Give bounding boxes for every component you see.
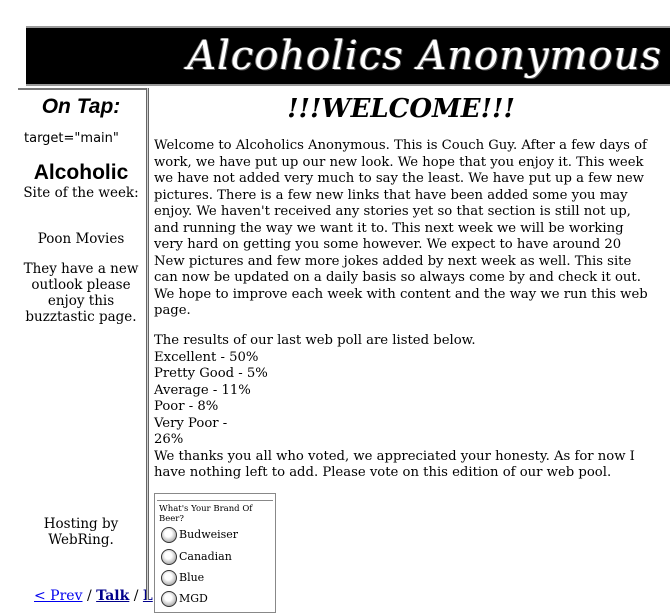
poll-option-label: MGD	[179, 592, 208, 605]
webring-separator: /	[129, 588, 143, 604]
poll-result-line: Excellent - 50%	[154, 349, 259, 365]
closing-paragraph: We thanks you all who voted, we apprecia…	[154, 448, 635, 481]
radio-button-icon[interactable]	[161, 549, 177, 565]
poll-option-label: Budweiser	[179, 528, 239, 541]
poll-result-line: Pretty Good - 5%	[154, 366, 268, 381]
site-of-week-name[interactable]: Poon Movies	[18, 231, 144, 247]
frame-divider[interactable]	[146, 88, 149, 600]
poll-results: The results of our last web poll are lis…	[154, 333, 648, 482]
webring-nav: < Prev / Talk / L	[34, 588, 153, 604]
webring-talk-link[interactable]: Talk	[96, 588, 129, 604]
site-banner: Alcoholics Anonymous	[26, 26, 670, 86]
poll-result-line: Average - 11%	[154, 382, 251, 398]
nav-title: On Tap:	[41, 95, 121, 118]
hosting-text: Hosting by WebRing.	[43, 516, 119, 548]
welcome-heading: !!!WELCOME!!!	[287, 94, 515, 124]
nav-target-text: target="main"	[24, 131, 119, 146]
site-of-week-subheading: Site of the week:	[23, 185, 139, 201]
left-nav-frame: On Tap: target="main" Alcoholic Site of …	[0, 88, 153, 604]
poll-inner-rule	[157, 500, 273, 501]
poll-option-label: Canadian	[179, 550, 232, 563]
banner-title: Alcoholics Anonymous	[187, 33, 662, 79]
radio-button-icon[interactable]	[161, 570, 177, 586]
webring-prev-link[interactable]: < Prev	[34, 588, 83, 604]
poll-result-line: 26%	[154, 432, 184, 447]
poll-question: What's Your Brand Of Beer?	[159, 504, 253, 524]
nav-top-rule	[18, 88, 146, 90]
poll-option-budweiser[interactable]: Budweiser	[161, 525, 238, 545]
beer-poll-form: What's Your Brand Of Beer? Budweiser Can…	[154, 493, 276, 613]
webring-separator: /	[82, 588, 97, 604]
site-of-week-description: They have a new outlook please enjoy thi…	[23, 261, 139, 325]
radio-button-icon[interactable]	[161, 527, 177, 543]
poll-option-blue[interactable]: Blue	[161, 568, 204, 588]
site-of-week-heading: Alcoholic	[33, 161, 129, 184]
poll-option-canadian[interactable]: Canadian	[161, 547, 232, 567]
intro-paragraph: Welcome to Alcoholics Anonymous. This is…	[154, 138, 648, 318]
poll-option-label: Blue	[179, 571, 205, 584]
poll-option-mgd[interactable]: MGD	[161, 589, 208, 609]
poll-result-line: Poor - 8%	[154, 399, 219, 414]
poll-result-line: Very Poor -	[154, 415, 228, 431]
radio-button-icon[interactable]	[161, 591, 177, 607]
poll-results-intro: The results of our last web poll are lis…	[154, 333, 476, 348]
